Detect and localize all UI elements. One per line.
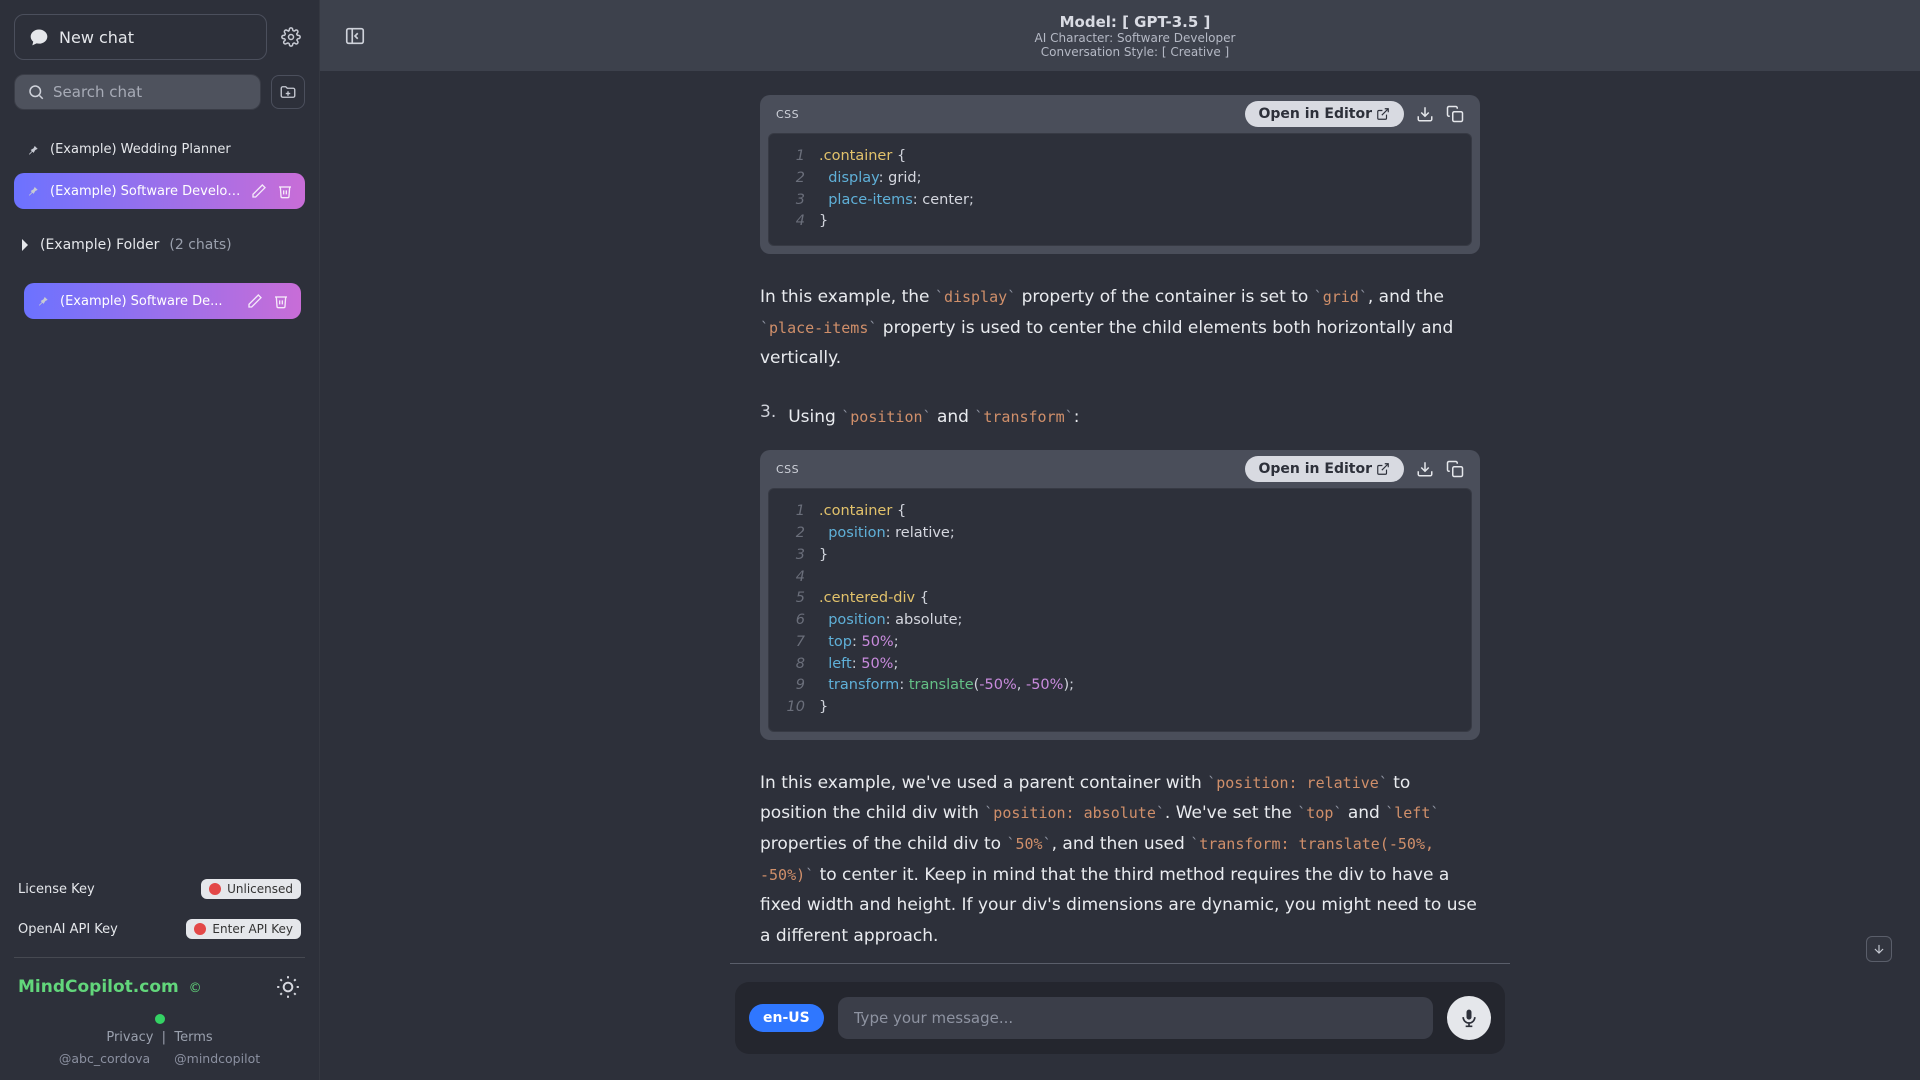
message-input[interactable] [838, 997, 1433, 1039]
search-icon [27, 83, 45, 101]
handle-author[interactable]: @abc_cordova [59, 1051, 150, 1066]
microphone-icon [1459, 1008, 1479, 1028]
open-in-editor-button[interactable]: Open in Editor [1245, 101, 1405, 127]
code-lang-label: css [776, 463, 799, 476]
privacy-link[interactable]: Privacy [106, 1030, 153, 1045]
api-key-badge[interactable]: Enter API Key [186, 919, 301, 939]
open-in-editor-button[interactable]: Open in Editor [1245, 456, 1405, 482]
code-body: 1.container { 2 position: relative; 3} 4… [768, 488, 1472, 732]
sidebar-nested-chat[interactable]: (Example) Software De... [24, 283, 301, 319]
legal-links: Privacy | Terms [14, 1030, 305, 1045]
theme-toggle-icon[interactable] [275, 974, 301, 1000]
scroll-to-bottom-button[interactable] [1866, 936, 1892, 962]
sidebar-chat-software-dev[interactable]: (Example) Software Developer [14, 173, 305, 209]
api-key-label: OpenAI API Key [18, 922, 118, 937]
settings-button[interactable] [277, 27, 305, 47]
sidebar-item-label: (Example) Wedding Planner [50, 142, 293, 157]
code-body: 1.container { 2 display: grid; 3 place-i… [768, 133, 1472, 246]
external-link-icon [1376, 107, 1390, 121]
pin-icon [26, 143, 40, 157]
pin-icon [26, 184, 40, 198]
sidebar-chat-wedding[interactable]: (Example) Wedding Planner [14, 132, 305, 167]
search-chat-input[interactable] [53, 83, 248, 101]
collapse-sidebar-button[interactable] [340, 21, 370, 51]
brand-link[interactable]: MindCopilot.com © [18, 977, 202, 997]
code-block-position: css Open in Editor 1.container { 2 posit… [760, 450, 1480, 740]
trash-icon[interactable] [277, 183, 293, 199]
language-pill[interactable]: en-US [749, 1004, 824, 1032]
character-line: AI Character: Software Developer [370, 31, 1900, 45]
copy-icon[interactable] [1446, 105, 1464, 123]
license-badge[interactable]: Unlicensed [201, 879, 301, 899]
search-chat-wrap [14, 74, 261, 110]
caret-right-icon [20, 237, 30, 253]
panel-collapse-icon [344, 25, 366, 47]
folder-plus-icon [279, 83, 297, 101]
style-line: Conversation Style: [ Creative ] [370, 45, 1900, 59]
handle-product[interactable]: @mindcopilot [174, 1051, 260, 1066]
pin-icon [36, 294, 50, 308]
code-lang-label: css [776, 108, 799, 121]
explanation-paragraph: In this example, the display property of… [760, 282, 1480, 374]
chat-bubble-icon [29, 27, 49, 47]
alert-dot-icon [209, 883, 221, 895]
trash-icon[interactable] [273, 293, 289, 309]
arrow-down-icon [1872, 942, 1886, 956]
license-key-label: License Key [18, 882, 95, 897]
alert-dot-icon [194, 923, 206, 935]
download-icon[interactable] [1416, 460, 1434, 478]
sidebar-item-label: (Example) Software Developer [50, 184, 241, 199]
code-block-grid: css Open in Editor 1.container { 2 displ… [760, 95, 1480, 254]
new-chat-button[interactable]: New chat [14, 14, 267, 60]
divider [14, 957, 305, 958]
add-folder-button[interactable] [271, 75, 305, 109]
sidebar-folder[interactable]: (Example) Folder (2 chats) [14, 227, 305, 263]
explanation-paragraph: In this example, we've used a parent con… [760, 768, 1480, 952]
terms-link[interactable]: Terms [174, 1030, 212, 1045]
model-info: Model: [ GPT-3.5 ] AI Character: Softwar… [370, 13, 1900, 59]
sidebar-item-label: (Example) Software De... [60, 294, 237, 309]
mic-button[interactable] [1447, 996, 1491, 1040]
copy-icon[interactable] [1446, 460, 1464, 478]
model-line: Model: [ GPT-3.5 ] [370, 13, 1900, 31]
edit-icon[interactable] [247, 293, 263, 309]
gear-icon [281, 27, 301, 47]
social-handles: @abc_cordova @mindcopilot [14, 1051, 305, 1066]
folder-label: (Example) Folder [40, 237, 159, 253]
folder-count: (2 chats) [169, 237, 231, 253]
download-icon[interactable] [1416, 105, 1434, 123]
external-link-icon [1376, 462, 1390, 476]
new-chat-label: New chat [59, 28, 134, 47]
edit-icon[interactable] [251, 183, 267, 199]
message-input-bar: en-US [735, 982, 1505, 1054]
status-dot-icon [155, 1014, 165, 1024]
ordered-list-item: 3. Using position and transform: [760, 402, 1480, 433]
